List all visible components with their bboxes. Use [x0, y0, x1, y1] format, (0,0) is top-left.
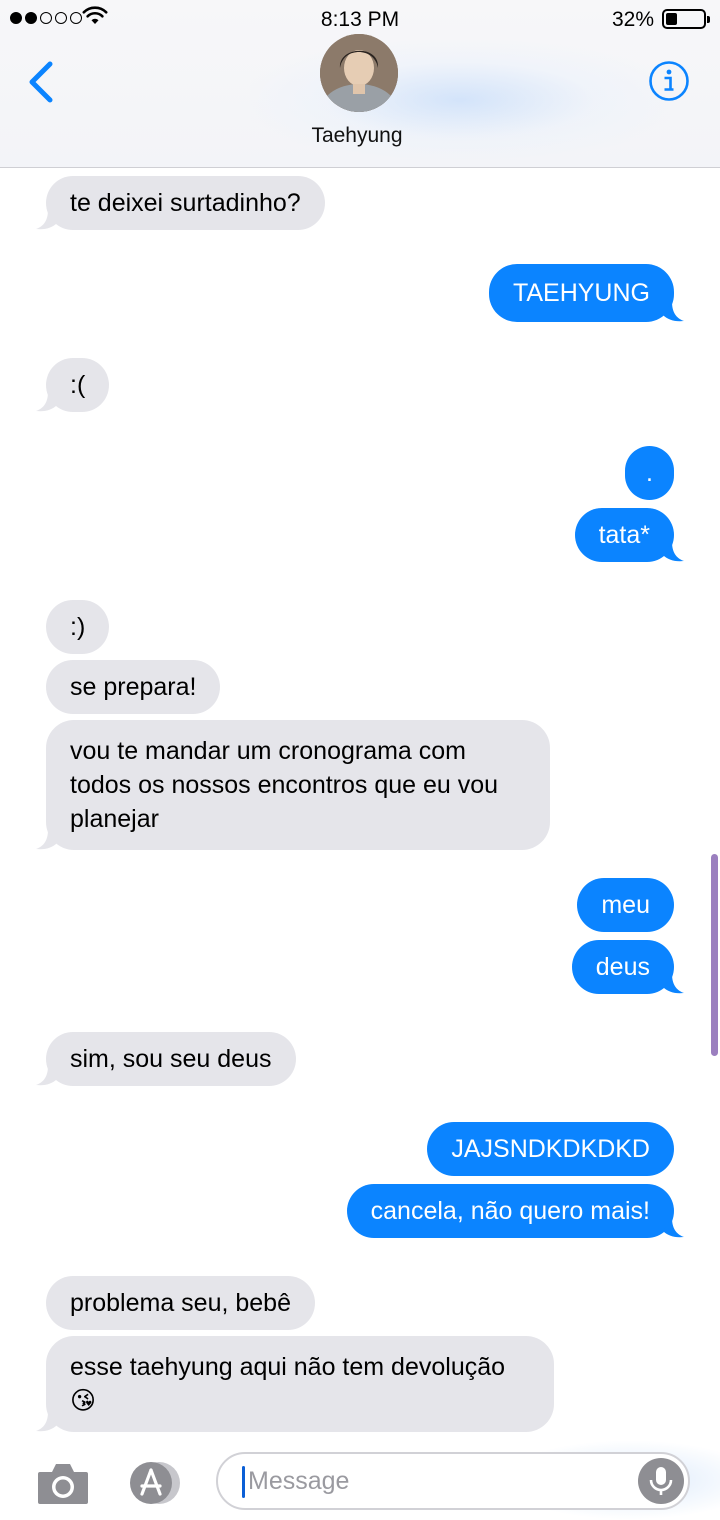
message-bubble-incoming[interactable]: vou te mandar um cronograma com todos os…: [36, 720, 550, 850]
message-bubble-outgoing[interactable]: cancela, não quero mais!: [346, 1184, 684, 1238]
bubble-tail: [36, 210, 57, 230]
info-button[interactable]: [648, 60, 690, 102]
message-text: se prepara!: [70, 673, 197, 701]
chevron-left-icon: [29, 61, 53, 103]
message-bubble-outgoing[interactable]: meu: [577, 878, 674, 932]
scroll-indicator[interactable]: [711, 854, 718, 1056]
message-text: :(: [70, 371, 86, 399]
message-bubble-outgoing[interactable]: TAEHYUNG: [488, 264, 684, 322]
message-field[interactable]: [216, 1452, 690, 1510]
message-bubble-incoming[interactable]: te deixei surtadinho?: [36, 176, 325, 230]
back-button[interactable]: [24, 56, 60, 108]
avatar-photo: [320, 34, 398, 112]
message-text: sim, sou seu deus: [70, 1045, 272, 1073]
message-thread[interactable]: te deixei surtadinho? TAEHYUNG :( . tata…: [0, 168, 720, 1440]
message-text: TAEHYUNG: [512, 279, 650, 307]
message-bubble-outgoing[interactable]: deus: [571, 940, 684, 994]
microphone-button[interactable]: [638, 1458, 684, 1504]
message-text: te deixei surtadinho?: [70, 189, 301, 217]
bubble-tail: [36, 1066, 57, 1086]
message-bubble-incoming[interactable]: :): [46, 600, 110, 654]
message-text: JAJSNDKDKDKD: [451, 1135, 650, 1163]
message-bubble-outgoing[interactable]: tata*: [574, 508, 684, 562]
bubble-tail: [36, 1412, 57, 1432]
contact-avatar[interactable]: [320, 34, 398, 112]
message-bubble-incoming[interactable]: problema seu, bebê: [46, 1276, 315, 1330]
message-bubble-incoming[interactable]: esse taehyung aqui não tem devolução 😘: [36, 1336, 554, 1432]
message-text: meu: [601, 891, 650, 919]
message-input[interactable]: [248, 1454, 628, 1508]
camera-icon: [38, 1464, 88, 1504]
message-text: vou te mandar um cronograma com todos os…: [70, 737, 499, 833]
message-bubble-incoming[interactable]: sim, sou seu deus: [36, 1032, 296, 1086]
app-store-icon: [130, 1462, 180, 1504]
battery-icon: [662, 9, 710, 29]
microphone-icon: [649, 1467, 673, 1495]
message-text: tata*: [598, 521, 650, 549]
contact-name[interactable]: Taehyung: [0, 124, 714, 148]
bubble-tail: [663, 974, 684, 994]
bubble-tail: [663, 542, 684, 562]
app-store-button[interactable]: [124, 1460, 186, 1506]
text-cursor: [242, 1466, 245, 1498]
message-bubble-incoming[interactable]: se prepara!: [46, 660, 221, 714]
battery-percentage: 32%: [611, 8, 654, 31]
message-text: :): [70, 613, 86, 641]
info-icon: [649, 61, 689, 101]
conversation-header: 8:13 PM 32% Taehyung: [0, 0, 720, 168]
message-bubble-outgoing[interactable]: .: [625, 446, 674, 500]
message-bubble-incoming[interactable]: :(: [36, 358, 110, 412]
bubble-tail: [36, 830, 57, 850]
message-text: cancela, não quero mais!: [370, 1197, 650, 1225]
message-text: .: [646, 459, 653, 487]
camera-button[interactable]: [36, 1460, 90, 1506]
message-bubble-outgoing[interactable]: JAJSNDKDKDKD: [427, 1122, 674, 1176]
message-text: esse taehyung aqui não tem devolução 😘: [70, 1353, 506, 1415]
compose-bar: [0, 1440, 720, 1520]
bubble-tail: [663, 302, 684, 322]
message-text: deus: [595, 953, 650, 981]
bubble-tail: [36, 392, 57, 412]
bubble-tail: [663, 1218, 684, 1238]
message-text: problema seu, bebê: [70, 1289, 291, 1317]
